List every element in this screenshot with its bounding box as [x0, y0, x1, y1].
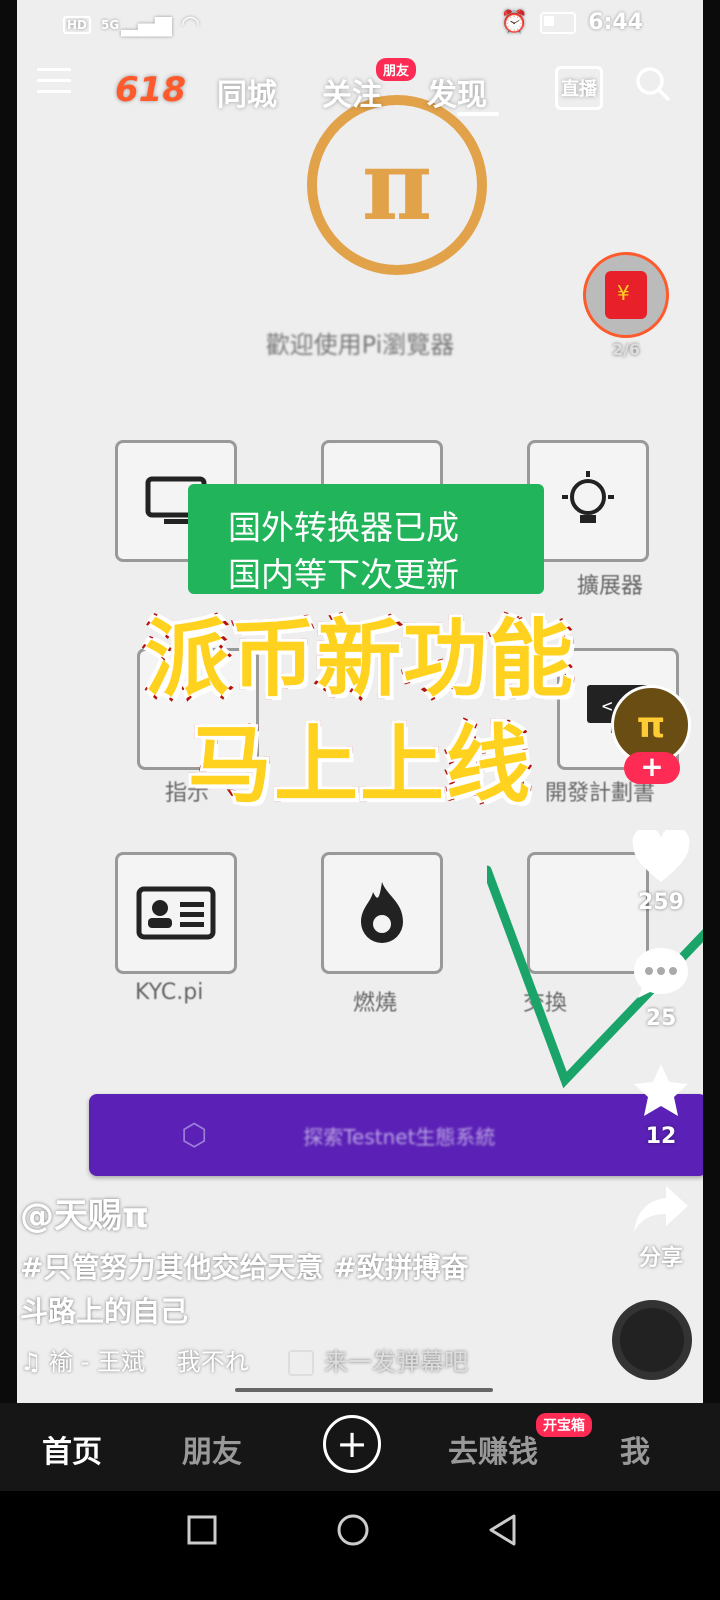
like-button[interactable]: 259 — [620, 827, 702, 915]
status-bar: HD 5G ▂▄▆ ◠ ⏰ 6:44 — [17, 0, 703, 52]
tab-following[interactable]: 关注 — [322, 70, 382, 114]
notice-box: 国外转换器已成 国内等下次更新 — [188, 484, 544, 594]
live-button[interactable]: 直播 — [555, 66, 603, 110]
search-icon[interactable] — [635, 66, 671, 110]
lightbulb-tile-icon — [527, 440, 649, 562]
danmaku-icon — [288, 1350, 314, 1376]
active-tab-indicator — [457, 112, 499, 116]
red-packet-icon — [605, 271, 647, 319]
system-nav-bar — [0, 1491, 720, 1600]
author-name[interactable]: @天赐π — [20, 1188, 149, 1237]
back-triangle-icon[interactable] — [486, 1513, 518, 1547]
burn-tile-icon — [321, 852, 443, 974]
red-packet-button[interactable] — [583, 252, 669, 338]
notice-line-1: 国外转换器已成 — [228, 508, 459, 547]
testnet-banner: ⬡ 探索Testnet生態系統 — [89, 1094, 703, 1176]
clock: 6:44 — [588, 10, 643, 35]
kyc-tile-icon — [115, 852, 237, 974]
friends-badge: 朋友 — [376, 58, 417, 81]
screen-bezel-left — [0, 0, 17, 1420]
wifi-icon: ◠ — [181, 12, 199, 37]
hd-indicator: HD — [63, 15, 92, 34]
follow-button[interactable]: + — [624, 752, 680, 784]
video-progress-bar[interactable] — [235, 1388, 493, 1392]
favorite-count: 12 — [645, 1124, 677, 1149]
top-nav: 618 同城 关注 朋友 发现 直播 — [17, 58, 703, 122]
tab-nearby[interactable]: 同城 — [217, 70, 277, 114]
red-packet-progress: 2/6 — [611, 340, 641, 359]
tile-label-kyc: KYC.pi — [135, 980, 204, 1005]
heart-icon — [632, 827, 690, 882]
menu-icon[interactable] — [37, 66, 71, 104]
nav-home[interactable]: 首页 — [42, 1427, 102, 1471]
treasure-badge: 开宝箱 — [536, 1413, 592, 1437]
battery-icon — [540, 11, 577, 34]
share-button[interactable]: 分享 — [620, 1184, 702, 1272]
network-type: 5G — [101, 17, 120, 32]
create-button[interactable]: + — [323, 1415, 381, 1473]
comment-button[interactable]: 25 — [620, 946, 702, 1031]
alarm-icon: ⏰ — [500, 10, 529, 35]
danmaku-placeholder: 来一发弹幕吧 — [324, 1348, 468, 1376]
nav-friends[interactable]: 朋友 — [182, 1427, 242, 1471]
like-count: 259 — [638, 890, 684, 915]
pi-logo-icon: π — [307, 95, 487, 275]
notice-line-2: 国内等下次更新 — [228, 555, 459, 594]
share-label: 分享 — [638, 1246, 683, 1271]
favorite-button[interactable]: 12 — [620, 1062, 702, 1149]
screen-bezel-right — [703, 0, 720, 1420]
nav-me[interactable]: 我 — [620, 1427, 650, 1471]
caption-line-1: #只管努力其他交给天意 #致拼搏奋 — [20, 1251, 469, 1284]
caption-line-2: 斗路上的自己 — [20, 1295, 189, 1328]
danmaku-input[interactable]: 来一发弹幕吧 — [288, 1342, 468, 1377]
recent-apps-icon[interactable] — [186, 1514, 218, 1546]
tile-label-burn: 燃燒 — [353, 991, 398, 1016]
comment-count: 25 — [645, 1006, 677, 1031]
star-icon — [634, 1064, 688, 1116]
testnet-icon: ⬡ — [181, 1117, 208, 1153]
plus-icon: + — [336, 1422, 368, 1466]
music-disc-icon[interactable] — [612, 1300, 692, 1380]
testnet-banner-text: 探索Testnet生態系統 — [303, 1124, 496, 1149]
home-circle-icon[interactable] — [336, 1513, 370, 1547]
signal-icon: ▂▄▆ — [121, 12, 172, 37]
bottom-nav: 首页 朋友 + 去赚钱 开宝箱 我 — [0, 1403, 720, 1491]
comment-icon — [634, 948, 688, 998]
music-info[interactable]: ♫ 褕 - 王斌 我不れ — [20, 1342, 280, 1377]
nav-earn[interactable]: 去赚钱 — [448, 1427, 538, 1471]
share-arrow-icon — [634, 1186, 688, 1232]
tab-618[interactable]: 618 — [115, 70, 186, 110]
headline-line-1: 派币新功能 — [142, 607, 576, 711]
tab-discover[interactable]: 发现 — [427, 70, 487, 114]
